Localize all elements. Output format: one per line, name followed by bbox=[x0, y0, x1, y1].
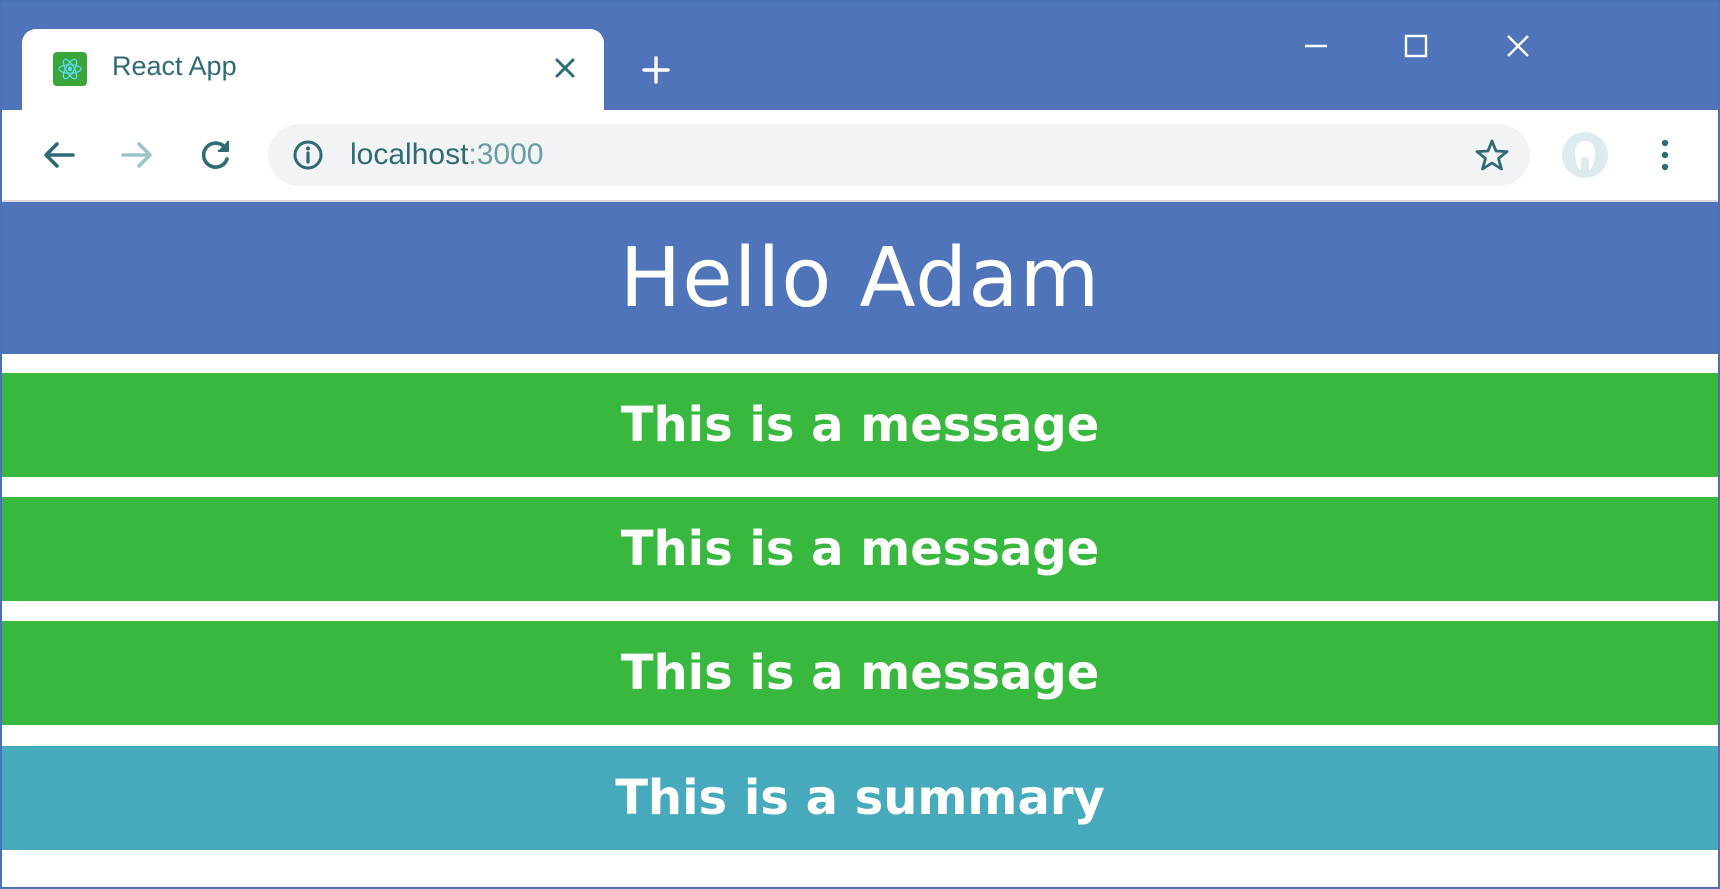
close-tab-icon[interactable] bbox=[548, 51, 582, 85]
address-bar[interactable]: localhost:3000 bbox=[268, 124, 1530, 186]
url-text[interactable]: localhost:3000 bbox=[350, 138, 543, 172]
tab-strip: React App bbox=[2, 2, 1718, 110]
maximize-icon[interactable] bbox=[1394, 24, 1438, 68]
url-host: localhost bbox=[350, 138, 469, 171]
page-title: Hello Adam bbox=[619, 230, 1101, 326]
greeting-header: Hello Adam bbox=[2, 202, 1718, 354]
minimize-icon[interactable] bbox=[1294, 24, 1338, 68]
message-bar: This is a message bbox=[2, 497, 1718, 601]
message-bar: This is a message bbox=[2, 621, 1718, 725]
close-window-icon[interactable] bbox=[1496, 24, 1540, 68]
tab-title: React App bbox=[112, 51, 237, 81]
reload-icon[interactable] bbox=[192, 132, 238, 178]
info-icon[interactable] bbox=[292, 139, 324, 171]
bookmark-star-icon[interactable] bbox=[1474, 137, 1510, 173]
page-content: Hello Adam This is a message This is a m… bbox=[2, 202, 1718, 887]
react-favicon-icon bbox=[53, 52, 87, 86]
browser-toolbar: localhost:3000 bbox=[2, 110, 1718, 202]
forward-arrow-icon[interactable] bbox=[114, 132, 160, 178]
message-bar: This is a message bbox=[2, 373, 1718, 477]
back-arrow-icon[interactable] bbox=[36, 132, 82, 178]
new-tab-icon[interactable] bbox=[636, 50, 676, 90]
summary-bar: This is a summary bbox=[2, 746, 1718, 850]
tab-react-app[interactable]: React App bbox=[22, 29, 604, 110]
url-port: :3000 bbox=[468, 138, 544, 171]
browser-window: React App localhost:3000 Hello Adam This… bbox=[0, 0, 1720, 889]
profile-avatar-icon[interactable] bbox=[1562, 132, 1608, 178]
more-menu-icon[interactable] bbox=[1642, 132, 1688, 178]
